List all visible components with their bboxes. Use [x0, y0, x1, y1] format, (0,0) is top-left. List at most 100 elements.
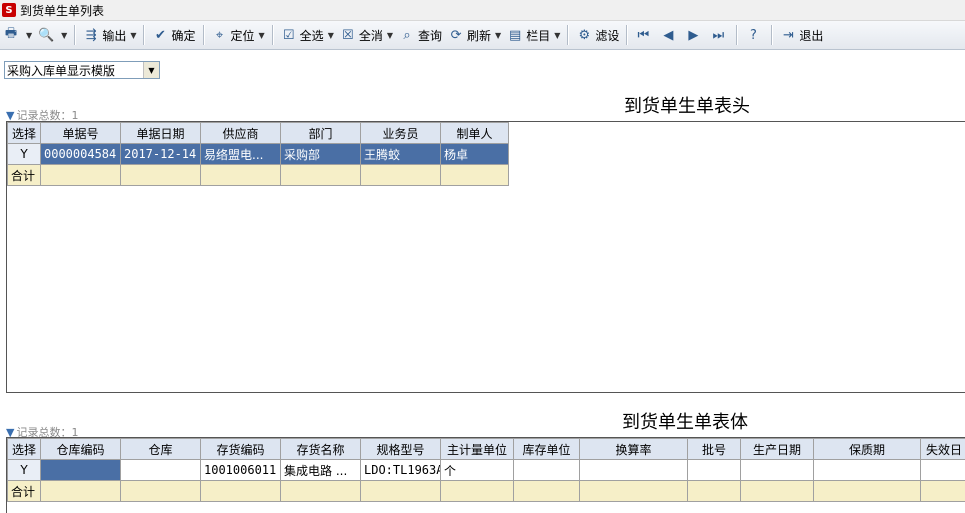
table-cell[interactable]: 个 — [441, 460, 514, 481]
column-header[interactable]: 保质期 — [814, 439, 921, 460]
table-row[interactable]: Y 1001006011集成电路 ...LDO:TL1963A个 — [8, 460, 965, 481]
column-header[interactable]: 选择 — [8, 123, 41, 144]
toolbar-button-label: 栏目 — [526, 27, 550, 44]
toolbar-icon-button-prev[interactable]: ◀ — [657, 24, 682, 46]
dropdown-arrow-icon[interactable]: ▼ — [26, 31, 32, 40]
toolbar-separator — [626, 25, 628, 45]
column-header[interactable]: 业务员 — [361, 123, 441, 144]
table-cell[interactable] — [41, 460, 121, 481]
body-grid: 选择仓库编码仓库存货编码存货名称规格型号主计量单位库存单位换算率批号生产日期保质… — [7, 438, 965, 502]
toolbar-button-deselect-all[interactable]: ☒全消▼ — [337, 24, 396, 46]
toolbar-separator — [143, 25, 145, 45]
toolbar-button-label: 定位 — [231, 27, 255, 44]
toolbar-button-label: 输出 — [102, 27, 126, 44]
column-header[interactable]: 供应商 — [201, 123, 281, 144]
column-header[interactable]: 换算率 — [580, 439, 688, 460]
table-cell[interactable]: Y — [8, 460, 41, 481]
toolbar-separator — [74, 25, 76, 45]
column-header[interactable]: 主计量单位 — [441, 439, 514, 460]
toolbar-icon-button-next[interactable]: ▶ — [682, 24, 707, 46]
table-cell[interactable] — [741, 460, 814, 481]
toolbar-button-query[interactable]: ⌕查询 — [396, 24, 445, 46]
column-header[interactable]: 仓库编码 — [41, 439, 121, 460]
dropdown-arrow-icon[interactable]: ▼ — [328, 31, 334, 40]
table-row[interactable]: Y00000045842017-12-14易络盟电...采购部王腾蛟杨卓 — [8, 144, 509, 165]
column-header[interactable]: 失效日 — [921, 439, 965, 460]
dropdown-arrow-icon[interactable]: ▼ — [387, 31, 393, 40]
table-cell[interactable]: LDO:TL1963A — [361, 460, 441, 481]
table-cell[interactable]: Y — [8, 144, 41, 165]
total-label: 合计 — [8, 481, 41, 502]
columns-icon: ▤ — [507, 27, 523, 43]
toolbar-separator — [771, 25, 773, 45]
table-cell[interactable]: 1001006011 — [201, 460, 281, 481]
table-cell[interactable] — [921, 460, 965, 481]
grid-header-row: 选择仓库编码仓库存货编码存货名称规格型号主计量单位库存单位换算率批号生产日期保质… — [8, 439, 965, 460]
chevron-down-icon[interactable]: ▼ — [143, 62, 159, 78]
dropdown-arrow-icon[interactable]: ▼ — [554, 31, 560, 40]
column-header[interactable]: 制单人 — [441, 123, 509, 144]
column-header[interactable]: 部门 — [281, 123, 361, 144]
column-header[interactable]: 选择 — [8, 439, 41, 460]
column-header[interactable]: 存货编码 — [201, 439, 281, 460]
total-cell — [688, 481, 741, 502]
toolbar-button-label: 刷新 — [467, 27, 491, 44]
total-cell — [921, 481, 965, 502]
table-cell[interactable]: 王腾蛟 — [361, 144, 441, 165]
dropdown-arrow-icon[interactable]: ▼ — [61, 31, 67, 40]
toolbar-button-refresh[interactable]: ⟳刷新▼ — [445, 24, 504, 46]
toolbar-button-label: 全消 — [359, 27, 383, 44]
table-cell[interactable]: 2017-12-14 — [121, 144, 201, 165]
column-header[interactable]: 批号 — [688, 439, 741, 460]
toolbar-separator — [272, 25, 274, 45]
table-cell[interactable] — [814, 460, 921, 481]
header-grid: 选择单据号单据日期供应商部门业务员制单人Y00000045842017-12-1… — [7, 122, 509, 186]
toolbar-button-locate[interactable]: ⌖定位 ▼ — [209, 24, 268, 46]
table-cell[interactable] — [514, 460, 580, 481]
table-cell[interactable]: 易络盟电... — [201, 144, 281, 165]
dropdown-arrow-icon[interactable]: ▼ — [495, 31, 501, 40]
filter-settings-icon: ⚙ — [576, 27, 592, 43]
query-icon: ⌕ — [399, 27, 415, 43]
table-cell[interactable]: 0000004584 — [41, 144, 121, 165]
toolbar-button-columns[interactable]: ▤栏目 ▼ — [504, 24, 563, 46]
column-header[interactable]: 规格型号 — [361, 439, 441, 460]
total-cell — [121, 165, 201, 186]
table-cell[interactable] — [121, 460, 201, 481]
toolbar-icon-button-help[interactable]: ? — [742, 24, 767, 46]
locate-icon: ⌖ — [212, 27, 228, 43]
toolbar-icon-button-print[interactable]: 🖶▼ — [0, 24, 35, 46]
total-cell — [361, 481, 441, 502]
toolbar-icon-button-preview[interactable]: 🔍▼ — [35, 24, 70, 46]
toolbar-button-filter-settings[interactable]: ⚙滤设 — [573, 24, 622, 46]
toolbar-icon-button-last[interactable]: ⏭ — [707, 24, 732, 46]
table-cell[interactable]: 集成电路 ... — [281, 460, 361, 481]
filter-icon[interactable]: ▼ — [6, 109, 14, 122]
template-select[interactable]: 采购入库单显示模版 ▼ — [4, 61, 160, 79]
column-header[interactable]: 单据日期 — [121, 123, 201, 144]
total-cell — [441, 481, 514, 502]
dropdown-arrow-icon[interactable]: ▼ — [259, 31, 265, 40]
total-cell — [201, 481, 281, 502]
total-cell — [281, 481, 361, 502]
total-cell — [41, 165, 121, 186]
toolbar-button-confirm[interactable]: ✔确定 — [149, 24, 198, 46]
toolbar-button-export[interactable]: ⇶输出▼ — [80, 24, 139, 46]
header-section-title: 到货单生单表头 — [624, 92, 750, 118]
table-cell[interactable] — [688, 460, 741, 481]
table-cell[interactable]: 杨卓 — [441, 144, 509, 165]
next-icon: ▶ — [685, 27, 701, 43]
table-cell[interactable]: 采购部 — [281, 144, 361, 165]
toolbar-button-select-all[interactable]: ☑全选▼ — [278, 24, 337, 46]
column-header[interactable]: 仓库 — [121, 439, 201, 460]
column-header[interactable]: 单据号 — [41, 123, 121, 144]
dropdown-arrow-icon[interactable]: ▼ — [130, 31, 136, 40]
toolbar-button-exit[interactable]: ⇥退出 — [777, 24, 826, 46]
table-cell[interactable] — [580, 460, 688, 481]
column-header[interactable]: 库存单位 — [514, 439, 580, 460]
column-header[interactable]: 生产日期 — [741, 439, 814, 460]
total-cell — [41, 481, 121, 502]
column-header[interactable]: 存货名称 — [281, 439, 361, 460]
toolbar-icon-button-first[interactable]: ⏮ — [632, 24, 657, 46]
last-icon: ⏭ — [710, 27, 726, 43]
